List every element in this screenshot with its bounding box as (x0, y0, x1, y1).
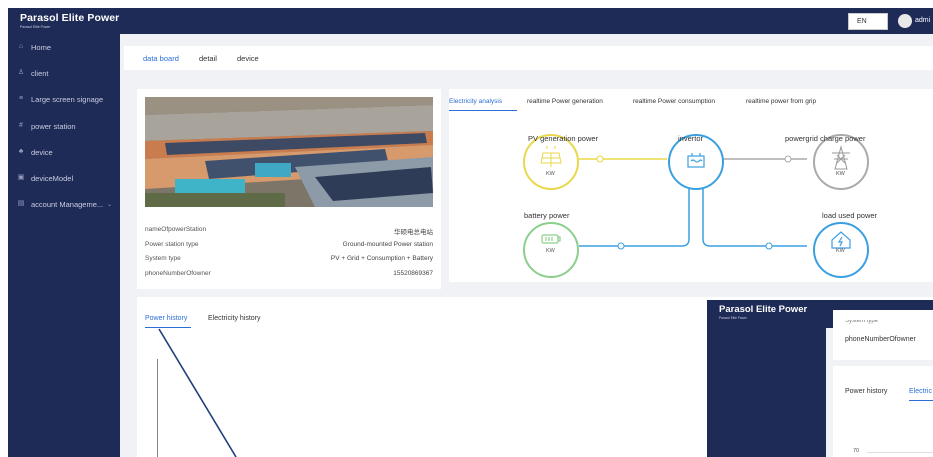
brand-logo: Parasol Elite Power Parasol Elite Power (20, 12, 119, 29)
home-icon: ⌂ (18, 43, 24, 50)
overlay-tab-power-history[interactable]: Power history (845, 388, 887, 395)
inverter-label: invertor (678, 134, 704, 143)
overlay-brand-logo: Parasol Elite Power Parasol Elite Power (719, 304, 807, 320)
info-row-station-type: Power station type Ground-mounted Power … (145, 241, 433, 248)
overlay-field-label: phoneNumberOfowner (845, 336, 916, 343)
sidebar-item-device[interactable]: ♣ device (8, 142, 120, 162)
info-label: phoneNumberOfowner (145, 270, 211, 277)
sidebar-item-home[interactable]: ⌂ Home (8, 37, 120, 57)
info-row-station-name: nameOfpowerStation 华硕电总电站 (145, 226, 433, 236)
overlay-active-indicator (909, 400, 933, 401)
chart-y-axis (157, 359, 158, 457)
tab-data-board[interactable]: data board (143, 54, 179, 63)
avatar[interactable] (898, 14, 912, 28)
model-icon: ▣ (17, 174, 25, 181)
chevron-down-icon: ⌄ (107, 201, 113, 208)
tab-electricity-history[interactable]: Electricity history (208, 315, 261, 322)
energy-card: Electricity analysis realtime Power gene… (449, 89, 933, 282)
overlay-tab-electricity[interactable]: Electric (909, 388, 932, 395)
sidebar-item-label: Home (31, 42, 52, 52)
sidebar-item-label: client (31, 68, 49, 78)
battery-unit: KW (546, 248, 555, 254)
active-tab-indicator (145, 327, 191, 328)
info-row-phone: phoneNumberOfowner 15520869367 (145, 270, 433, 277)
sidebar-item-label: power station (31, 121, 76, 131)
energy-flow-diagram (523, 134, 869, 278)
grid-label: powergrid charge power (785, 134, 866, 143)
load-unit: KW (836, 248, 845, 254)
overlay-brand-subtitle: Parasol Elite Power (719, 316, 747, 320)
grid-node[interactable] (813, 134, 869, 190)
info-label: nameOfpowerStation (145, 226, 207, 233)
overlay-info-card: System type phoneNumberOfowner (833, 310, 933, 360)
info-label: Power station type (145, 241, 199, 248)
info-value: PV + Grid + Consumption + Battery (330, 255, 433, 262)
flow-dot (617, 242, 625, 250)
brand-title: Parasol Elite Power (20, 12, 120, 24)
flow-line-load (702, 187, 807, 247)
solar-farm-image (145, 97, 433, 207)
language-select[interactable]: EN (848, 13, 888, 30)
flow-dot (765, 242, 773, 250)
tab-detail[interactable]: detail (199, 54, 217, 63)
overlay-history-card: Power history Electric 70 (833, 366, 933, 457)
sidebar-item-label: Large screen signage (31, 94, 104, 104)
grid-icon: # (19, 122, 23, 129)
list-icon: ≡ (18, 95, 24, 102)
sidebar-item-label: deviceModel (31, 173, 74, 183)
station-photo (145, 97, 433, 207)
info-value: Ground-mounted Power station (342, 241, 433, 248)
battery-label: battery power (524, 211, 570, 220)
sidebar-item-large-screen[interactable]: ≡ Large screen signage (8, 89, 120, 109)
sidebar-item-device-model[interactable]: ▣ deviceModel (8, 168, 120, 188)
device-icon: ♣ (18, 148, 24, 155)
sidebar: ⌂ Home ♙ client ≡ Large screen signage #… (8, 34, 120, 457)
load-label: load used power (822, 211, 878, 220)
station-card: nameOfpowerStation 华硕电总电站 Power station … (137, 89, 441, 289)
tab-power-history[interactable]: Power history (145, 315, 187, 322)
flow-dot (596, 155, 604, 163)
pv-label: PV generation power (528, 134, 599, 143)
top-bar: Parasol Elite Power Parasol Elite Power … (8, 8, 933, 34)
overlay-screenshot: Parasol Elite Power Parasol Elite Power … (707, 300, 933, 457)
info-value: 华硕电总电站 (394, 229, 433, 236)
user-name[interactable]: admi (915, 17, 930, 24)
sidebar-item-label: account Manageme... (31, 199, 104, 209)
flow-line-battery (579, 187, 690, 247)
flow-dot (784, 155, 792, 163)
overlay-sidebar (707, 300, 826, 457)
info-value: 15520869367 (393, 270, 433, 277)
brand-subtitle: Parasol Elite Power (20, 25, 51, 29)
sidebar-item-power-station[interactable]: # power station (8, 116, 120, 136)
user-icon: ♙ (17, 69, 25, 76)
overlay-gridline (867, 452, 933, 453)
sidebar-item-client[interactable]: ♙ client (8, 63, 120, 83)
overlay-field-partial: System type (845, 320, 879, 324)
tab-device[interactable]: device (237, 54, 259, 63)
sidebar-item-account-management[interactable]: ▤ account Manageme... ⌄ (8, 194, 120, 214)
info-label: System type (145, 255, 181, 262)
info-row-system-type: System type PV + Grid + Consumption + Ba… (145, 255, 433, 262)
overlay-brand-title: Parasol Elite Power (719, 304, 808, 315)
tabs-panel: data board detail device (124, 46, 933, 70)
sidebar-item-label: device (31, 147, 53, 157)
pv-unit: KW (546, 171, 555, 177)
grid-unit: KW (836, 171, 845, 177)
tabs-bar: data board detail device (120, 34, 933, 70)
account-icon: ▤ (17, 200, 25, 207)
overlay-axis-tick: 70 (853, 448, 860, 454)
app-frame: Parasol Elite Power Parasol Elite Power … (8, 8, 933, 457)
